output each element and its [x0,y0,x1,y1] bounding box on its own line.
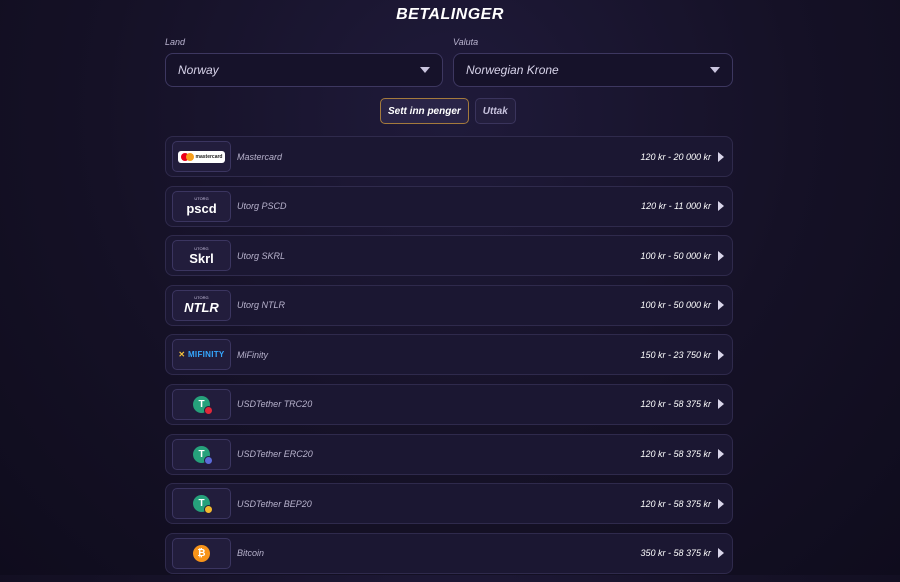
usdt-trc20-icon: T [172,388,231,420]
chevron-down-icon [710,67,720,73]
currency-select[interactable]: Norwegian Krone [453,53,733,87]
country-value: Norway [178,63,219,77]
method-range: 100 kr - 50 000 kr [640,300,711,311]
country-select[interactable]: Norway [165,53,443,87]
chevron-right-icon [718,548,724,559]
payment-method-list: mastercard Mastercard 120 kr - 20 000 kr… [165,136,733,582]
bitcoin-icon: ₿ [172,537,231,569]
payment-method-row[interactable]: UTORG Skrl Utorg SKRL 100 kr - 50 000 kr [165,235,733,277]
payment-method-row[interactable]: mastercard Mastercard 120 kr - 20 000 kr [165,136,733,177]
country-label: Land [165,37,186,47]
method-range: 350 kr - 58 375 kr [640,548,711,559]
method-range: 120 kr - 20 000 kr [640,151,711,162]
method-name: Utorg NTLR [237,300,286,311]
currency-label: Valuta [453,37,479,47]
chevron-right-icon [718,201,724,212]
pscd-icon: UTORG pscd [172,190,231,222]
method-name: USDTether BEP20 [237,498,312,509]
chevron-down-icon [420,67,430,73]
payment-method-row[interactable]: T USDTether ERC20 120 kr - 58 375 kr [165,433,733,475]
method-range: 120 kr - 58 375 kr [640,399,711,410]
method-range: 120 kr - 11 000 kr [641,201,711,212]
chevron-right-icon [718,349,724,360]
method-name: Utorg PSCD [237,201,287,212]
method-name: MiFinity [237,349,268,360]
tab-deposit[interactable]: Sett inn penger [380,98,469,124]
method-range: 150 kr - 23 750 kr [640,349,711,360]
payment-method-row[interactable]: T USDTether BEP20 120 kr - 58 375 kr [165,483,733,525]
method-name: USDTether TRC20 [237,399,313,410]
page-title: BETALINGER [396,6,504,23]
payment-method-row[interactable]: ✕ MIFINITY MiFinity 150 kr - 23 750 kr [165,334,733,376]
payment-method-row[interactable]: UTORG NTLR Utorg NTLR 100 kr - 50 000 kr [165,284,733,326]
chevron-right-icon [718,250,724,261]
chevron-right-icon [718,151,724,162]
method-name: Bitcoin [237,548,265,559]
method-name: Mastercard [237,151,283,162]
payment-method-row[interactable]: ₿ Bitcoin 350 kr - 58 375 kr [165,532,733,574]
payment-tabs: Sett inn penger Uttak [380,98,516,124]
neteller-icon: UTORG NTLR [172,289,231,321]
chevron-right-icon [718,498,724,509]
method-name: Utorg SKRL [237,250,286,261]
chevron-right-icon [718,399,724,410]
mifinity-icon: ✕ MIFINITY [172,339,231,371]
method-range: 120 kr - 58 375 kr [640,498,711,509]
currency-value: Norwegian Krone [466,63,559,77]
method-range: 100 kr - 50 000 kr [640,250,711,261]
method-range: 120 kr - 58 375 kr [640,449,711,460]
usdt-bep20-icon: T [172,488,231,520]
tab-withdraw[interactable]: Uttak [474,98,516,124]
mastercard-icon: mastercard [172,141,231,172]
skrill-icon: UTORG Skrl [172,240,231,272]
usdt-erc20-icon: T [172,438,231,470]
payment-method-row[interactable]: UTORG pscd Utorg PSCD 120 kr - 11 000 kr [165,185,733,227]
payment-method-row[interactable]: T USDTether TRC20 120 kr - 58 375 kr [165,383,733,425]
chevron-right-icon [718,449,724,460]
method-name: USDTether ERC20 [237,449,313,460]
chevron-right-icon [718,300,724,311]
